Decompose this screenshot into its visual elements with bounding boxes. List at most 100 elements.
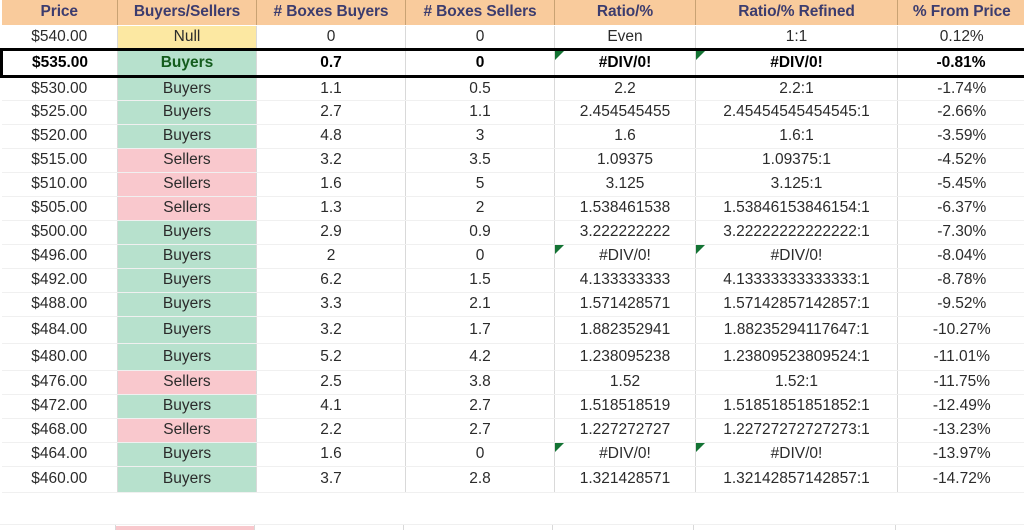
cell-buyers-sellers[interactable]: Buyers xyxy=(117,268,257,293)
cell-boxes-buyers[interactable]: 0 xyxy=(256,25,406,50)
cell-pct-from-price[interactable]: -3.59% xyxy=(897,124,1024,149)
cell-pct-from-price[interactable]: -13.23% xyxy=(897,418,1024,443)
cell-ratio-pct[interactable]: 1.09375 xyxy=(554,148,696,173)
cell-pct-from-price[interactable]: -6.37% xyxy=(897,196,1024,221)
cell-pct-from-price[interactable]: -7.30% xyxy=(897,220,1024,245)
cell-ratio-pct[interactable]: 2.2 xyxy=(554,76,696,101)
column-header-buyers-sellers[interactable]: Buyers/Sellers xyxy=(117,0,257,26)
cell-buyers-sellers[interactable]: Sellers xyxy=(117,148,257,173)
table-row[interactable]: $484.00 Buyers 3.2 1.7 1.882352941 1.88235294… xyxy=(1,316,1024,344)
cell-ratio-pct-refined[interactable]: 1.22727272727273:1 xyxy=(695,418,898,443)
cell-ratio-pct-refined[interactable]: 1.57142857142857:1 xyxy=(695,292,898,317)
table-row[interactable]: $476.00 Sellers 2.5 3.8 1.52 1.52:1 -11.75% xyxy=(1,370,1024,395)
cell-ratio-pct-refined[interactable]: 1:1 xyxy=(695,25,898,50)
cell-boxes-sellers[interactable]: 4.2 xyxy=(405,343,555,371)
cell-pct-from-price[interactable]: -13.97% xyxy=(897,442,1024,467)
cell-pct-from-price[interactable]: -1.74% xyxy=(897,76,1024,101)
cell-ratio-pct[interactable]: 1.227272727 xyxy=(554,418,696,443)
cell-ratio-pct[interactable]: 1.52 xyxy=(554,370,696,395)
cell-ratio-pct[interactable]: #DIV/0! xyxy=(554,442,696,467)
table-row[interactable]: $500.00 Buyers 2.9 0.9 3.222222222 3.22222222… xyxy=(1,220,1024,245)
cell-ratio-pct-refined[interactable]: 3.22222222222222:1 xyxy=(695,220,898,245)
cell-boxes-sellers[interactable]: 0 xyxy=(405,47,555,78)
column-header-pct-from-price[interactable]: % From Price xyxy=(897,0,1024,26)
table-row[interactable]: $496.00 Buyers 2 0 #DIV/0! #DIV/0! -8.04% xyxy=(1,244,1024,269)
table-row[interactable]: $540.00 Null 0 0 Even 1:1 0.12% xyxy=(1,25,1024,50)
cell-ratio-pct[interactable]: #DIV/0! xyxy=(554,244,696,269)
cell-buyers-sellers[interactable]: Buyers xyxy=(117,292,257,317)
cell-boxes-buyers[interactable]: 1.3 xyxy=(256,196,406,221)
cell-boxes-sellers[interactable]: 3.5 xyxy=(405,148,555,173)
cell-ratio-pct[interactable]: 3.222222222 xyxy=(554,220,696,245)
cell-ratio-pct-refined[interactable]: #DIV/0! xyxy=(695,244,898,269)
cell-boxes-sellers[interactable]: 2.7 xyxy=(405,394,555,419)
cell-boxes-buyers[interactable]: 2.7 xyxy=(256,100,406,125)
cell-price[interactable]: $484.00 xyxy=(1,316,118,344)
cell-price[interactable]: $476.00 xyxy=(1,370,118,395)
cell-price[interactable]: $488.00 xyxy=(1,292,118,317)
cell-boxes-sellers[interactable]: 0.9 xyxy=(405,220,555,245)
cell-buyers-sellers[interactable]: Buyers xyxy=(117,47,257,78)
cell-price[interactable]: $500.00 xyxy=(1,220,118,245)
cell-boxes-buyers[interactable]: 5.2 xyxy=(256,343,406,371)
cell-buyers-sellers[interactable]: Sellers xyxy=(117,370,257,395)
cell-pct-from-price[interactable]: -2.66% xyxy=(897,100,1024,125)
cell-ratio-pct-refined[interactable]: #DIV/0! xyxy=(695,47,898,78)
cell-buyers-sellers[interactable]: Buyers xyxy=(117,124,257,149)
cell-boxes-buyers[interactable]: 4.8 xyxy=(256,124,406,149)
cell-boxes-buyers[interactable]: 3.2 xyxy=(256,316,406,344)
cell-boxes-sellers[interactable]: 1.5 xyxy=(405,268,555,293)
cell-buyers-sellers[interactable]: Buyers xyxy=(117,244,257,269)
cell-boxes-buyers[interactable]: 0.7 xyxy=(256,47,406,78)
table-row[interactable]: $535.00 Buyers 0.7 0 #DIV/0! #DIV/0! -0.81% xyxy=(0,47,1024,78)
column-header-boxes-buyers[interactable]: # Boxes Buyers xyxy=(256,0,406,26)
cell-boxes-sellers[interactable]: 0 xyxy=(405,25,555,50)
cell-buyers-sellers[interactable]: Buyers xyxy=(117,100,257,125)
cell-pct-from-price[interactable]: -5.45% xyxy=(897,172,1024,197)
table-row[interactable]: $515.00 Sellers 3.2 3.5 1.09375 1.09375:1 -4.5… xyxy=(1,148,1024,173)
cell-price[interactable]: $468.00 xyxy=(1,418,118,443)
cell-pct-from-price[interactable]: 0.12% xyxy=(897,25,1024,50)
cell-ratio-pct[interactable]: 2.454545455 xyxy=(554,100,696,125)
cell-buyers-sellers[interactable]: Buyers xyxy=(117,442,257,467)
cell-boxes-sellers[interactable]: 0 xyxy=(405,244,555,269)
cell-boxes-sellers[interactable]: 3.8 xyxy=(405,370,555,395)
cell-ratio-pct-refined[interactable]: 1.23809523809524:1 xyxy=(695,343,898,371)
cell-price[interactable]: $496.00 xyxy=(1,244,118,269)
column-header-boxes-sellers[interactable]: # Boxes Sellers xyxy=(405,0,555,26)
cell-ratio-pct-refined[interactable]: 2.2:1 xyxy=(695,76,898,101)
table-row[interactable]: $530.00 Buyers 1.1 0.5 2.2 2.2:1 -1.74% xyxy=(1,76,1024,101)
cell-pct-from-price[interactable]: -11.75% xyxy=(897,370,1024,395)
cell-boxes-sellers[interactable]: 1.7 xyxy=(405,316,555,344)
cell-pct-from-price[interactable]: -8.78% xyxy=(897,268,1024,293)
cell-boxes-sellers[interactable]: 2.8 xyxy=(405,466,555,493)
cell-price[interactable]: $472.00 xyxy=(1,394,118,419)
cell-ratio-pct[interactable]: 1.321428571 xyxy=(554,466,696,493)
cell-boxes-buyers[interactable]: 3.2 xyxy=(256,148,406,173)
table-row[interactable]: $464.00 Buyers 1.6 0 #DIV/0! #DIV/0! -13.97% xyxy=(1,442,1024,467)
cell-buyers-sellers[interactable]: Buyers xyxy=(117,466,257,493)
cell-ratio-pct[interactable]: 4.133333333 xyxy=(554,268,696,293)
cell-boxes-sellers[interactable]: 2.1 xyxy=(405,292,555,317)
cell-buyers-sellers[interactable]: Buyers xyxy=(117,316,257,344)
cell-boxes-buyers[interactable]: 4.1 xyxy=(256,394,406,419)
cell-boxes-buyers[interactable]: 1.6 xyxy=(256,172,406,197)
cell-price[interactable]: $505.00 xyxy=(1,196,118,221)
table-row[interactable]: $525.00 Buyers 2.7 1.1 2.454545455 2.45454545… xyxy=(1,100,1024,125)
cell-price[interactable]: $535.00 xyxy=(0,47,118,78)
column-header-ratio-pct-refined[interactable]: Ratio/% Refined xyxy=(695,0,898,26)
cell-ratio-pct[interactable]: 1.882352941 xyxy=(554,316,696,344)
cell-pct-from-price[interactable]: -9.52% xyxy=(897,292,1024,317)
table-row[interactable]: $492.00 Buyers 6.2 1.5 4.133333333 4.13333333… xyxy=(1,268,1024,293)
cell-ratio-pct-refined[interactable]: 1.32142857142857:1 xyxy=(695,466,898,493)
column-header-price[interactable]: Price xyxy=(1,0,118,26)
table-row[interactable]: $488.00 Buyers 3.3 2.1 1.571428571 1.57142857… xyxy=(1,292,1024,317)
cell-ratio-pct[interactable]: 1.571428571 xyxy=(554,292,696,317)
table-row[interactable]: $505.00 Sellers 1.3 2 1.538461538 1.538461538… xyxy=(1,196,1024,221)
cell-ratio-pct[interactable]: 3.125 xyxy=(554,172,696,197)
cell-ratio-pct-refined[interactable]: 1.6:1 xyxy=(695,124,898,149)
table-row[interactable]: $468.00 Sellers 2.2 2.7 1.227272727 1.2272727… xyxy=(1,418,1024,443)
cell-boxes-sellers[interactable]: 0.5 xyxy=(405,76,555,101)
cell-price[interactable]: $510.00 xyxy=(1,172,118,197)
cell-boxes-sellers[interactable]: 0 xyxy=(405,442,555,467)
